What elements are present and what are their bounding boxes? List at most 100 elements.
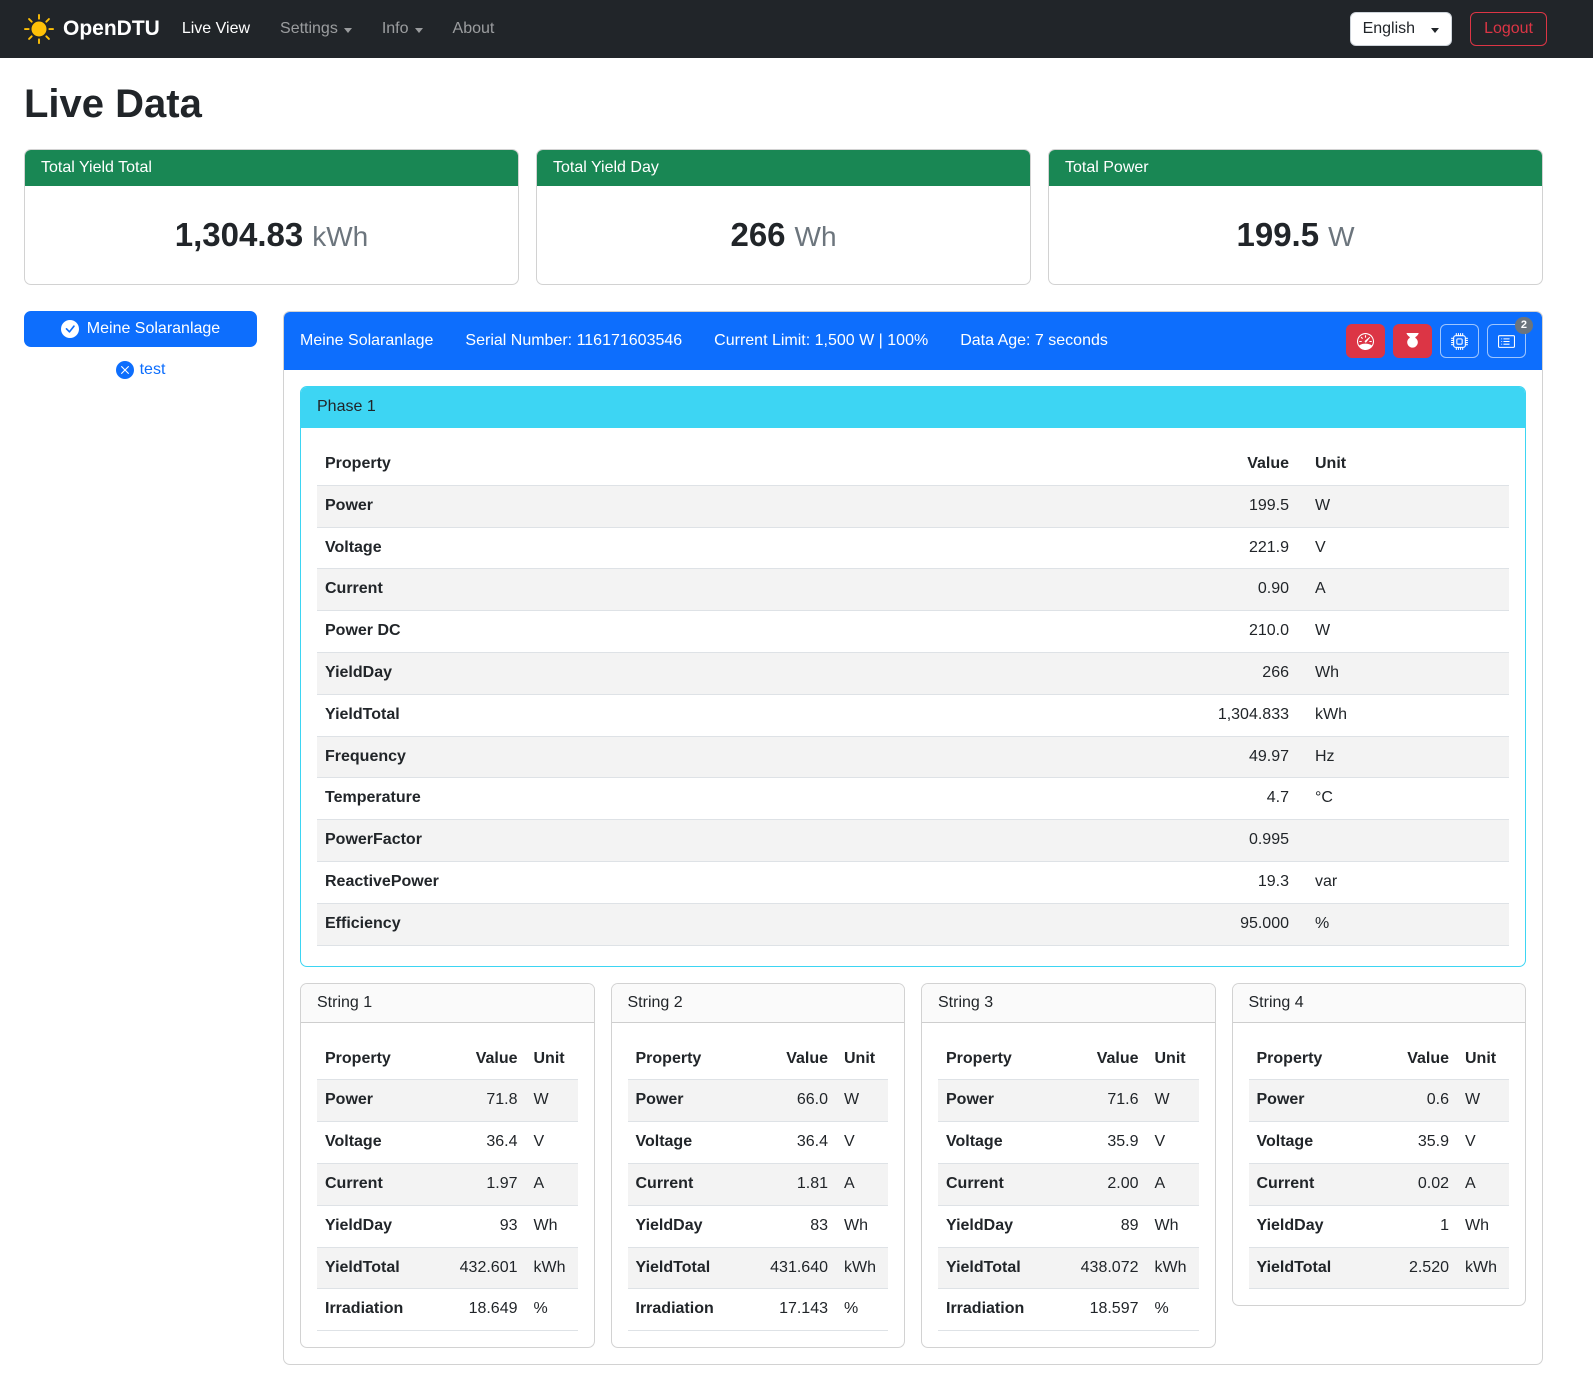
- limit-settings-button[interactable]: [1346, 324, 1385, 358]
- value-cell: 19.3: [1127, 861, 1297, 903]
- value-cell: 49.97: [1127, 736, 1297, 778]
- table-row: YieldDay89Wh: [938, 1205, 1199, 1247]
- unit-cell: Wh: [1297, 652, 1509, 694]
- value-cell: 4.7: [1127, 778, 1297, 820]
- unit-cell: W: [1297, 485, 1509, 527]
- value-cell: 93: [452, 1205, 526, 1247]
- inverter-name: Meine Solaranlage: [300, 332, 433, 350]
- table-row: YieldTotal2.520kWh: [1249, 1247, 1510, 1289]
- cpu-icon: [1451, 333, 1468, 350]
- property-cell: Power: [1249, 1080, 1384, 1122]
- property-cell: YieldDay: [317, 652, 1127, 694]
- col-unit: Unit: [1297, 444, 1509, 485]
- chevron-down-icon: [415, 28, 423, 33]
- phase-card: Phase 1 Property Value Unit Power199.5WV…: [300, 386, 1526, 967]
- col-unit: Unit: [836, 1039, 888, 1080]
- summary-card-unit: kWh: [312, 221, 368, 253]
- table-row: Irradiation18.597%: [938, 1289, 1199, 1331]
- string-table: Property Value Unit Power0.6WVoltage35.9…: [1249, 1039, 1510, 1290]
- string-card-body: Property Value Unit Power71.8WVoltage36.…: [301, 1023, 594, 1348]
- property-cell: Efficiency: [317, 903, 1127, 945]
- unit-cell: kWh: [1297, 694, 1509, 736]
- property-cell: Current: [1249, 1163, 1384, 1205]
- table-row: Current0.02A: [1249, 1163, 1510, 1205]
- table-row: Power66.0W: [628, 1080, 889, 1122]
- nav-settings[interactable]: Settings: [280, 20, 352, 38]
- value-cell: 0.90: [1127, 569, 1297, 611]
- value-cell: 18.649: [452, 1289, 526, 1331]
- table-row: YieldDay1Wh: [1249, 1205, 1510, 1247]
- property-cell: Voltage: [938, 1122, 1073, 1164]
- value-cell: 221.9: [1127, 527, 1297, 569]
- summary-card-total-power: Total Power 199.5 W: [1048, 149, 1543, 285]
- power-toggle-button[interactable]: [1393, 324, 1432, 358]
- unit-cell: V: [1457, 1122, 1509, 1164]
- property-cell: Power DC: [317, 611, 1127, 653]
- inverter-data-age: Data Age: 7 seconds: [960, 332, 1108, 350]
- table-row: YieldTotal1,304.833kWh: [317, 694, 1509, 736]
- main-container: Live Data Total Yield Total 1,304.83 kWh…: [0, 58, 1593, 1393]
- summary-card-value: 1,304.83: [175, 216, 303, 254]
- unit-cell: kWh: [1147, 1247, 1199, 1289]
- value-cell: 95.000: [1127, 903, 1297, 945]
- property-cell: YieldDay: [1249, 1205, 1384, 1247]
- col-unit: Unit: [1457, 1039, 1509, 1080]
- property-cell: Voltage: [317, 1122, 452, 1164]
- value-cell: 1,304.833: [1127, 694, 1297, 736]
- value-cell: 36.4: [452, 1122, 526, 1164]
- property-cell: Current: [317, 569, 1127, 611]
- inverter-offline-item[interactable]: test: [24, 361, 257, 379]
- summary-card-value: 266: [730, 216, 785, 254]
- nav-about[interactable]: About: [453, 20, 495, 38]
- table-row: PowerFactor0.995: [317, 820, 1509, 862]
- nav-info-label: Info: [382, 20, 409, 38]
- inverter-select-label: Meine Solaranlage: [87, 320, 220, 338]
- inverter-select-button[interactable]: Meine Solaranlage: [24, 311, 257, 347]
- property-cell: Irradiation: [317, 1289, 452, 1331]
- logout-button[interactable]: Logout: [1470, 12, 1547, 46]
- table-row: YieldDay93Wh: [317, 1205, 578, 1247]
- inverter-limit: Current Limit: 1,500 W | 100%: [714, 332, 928, 350]
- table-row: Power71.8W: [317, 1080, 578, 1122]
- value-cell: 438.072: [1073, 1247, 1147, 1289]
- page-title: Live Data: [24, 82, 1543, 127]
- string-table: Property Value Unit Power71.8WVoltage36.…: [317, 1039, 578, 1332]
- brand[interactable]: OpenDTU: [24, 14, 160, 44]
- table-header-row: Property Value Unit: [938, 1039, 1199, 1080]
- table-row: Frequency49.97Hz: [317, 736, 1509, 778]
- nav-links: Live View Settings Info About: [182, 20, 495, 38]
- value-cell: 0.995: [1127, 820, 1297, 862]
- string-card-3: String 3 Property Value Unit: [921, 983, 1216, 1349]
- table-row: Power71.6W: [938, 1080, 1199, 1122]
- nav-settings-label: Settings: [280, 20, 338, 38]
- phase-card-title: Phase 1: [301, 387, 1525, 428]
- nav-right: English Logout: [1350, 12, 1547, 46]
- property-cell: YieldTotal: [938, 1247, 1073, 1289]
- nav-live-view[interactable]: Live View: [182, 20, 250, 38]
- unit-cell: Hz: [1297, 736, 1509, 778]
- summary-card-value: 199.5: [1236, 216, 1319, 254]
- nav-info[interactable]: Info: [382, 20, 423, 38]
- col-value: Value: [452, 1039, 526, 1080]
- event-log-button[interactable]: 2: [1487, 324, 1526, 358]
- property-cell: YieldTotal: [317, 1247, 452, 1289]
- device-info-button[interactable]: [1440, 324, 1479, 358]
- string-card-2: String 2 Property Value Unit: [611, 983, 906, 1349]
- language-select[interactable]: English: [1350, 12, 1452, 46]
- table-row: Voltage36.4V: [628, 1122, 889, 1164]
- col-property: Property: [1249, 1039, 1384, 1080]
- table-header-row: Property Value Unit: [1249, 1039, 1510, 1080]
- value-cell: 1: [1383, 1205, 1457, 1247]
- property-cell: Current: [938, 1163, 1073, 1205]
- property-cell: ReactivePower: [317, 861, 1127, 903]
- sun-logo-icon: [24, 14, 54, 44]
- unit-cell: V: [1297, 527, 1509, 569]
- unit-cell: %: [526, 1289, 578, 1331]
- unit-cell: W: [1147, 1080, 1199, 1122]
- table-row: Current0.90A: [317, 569, 1509, 611]
- summary-card-body: 266 Wh: [537, 186, 1030, 284]
- table-row: Voltage221.9V: [317, 527, 1509, 569]
- table-row: Temperature4.7°C: [317, 778, 1509, 820]
- value-cell: 89: [1073, 1205, 1147, 1247]
- chevron-down-icon: [1431, 28, 1439, 33]
